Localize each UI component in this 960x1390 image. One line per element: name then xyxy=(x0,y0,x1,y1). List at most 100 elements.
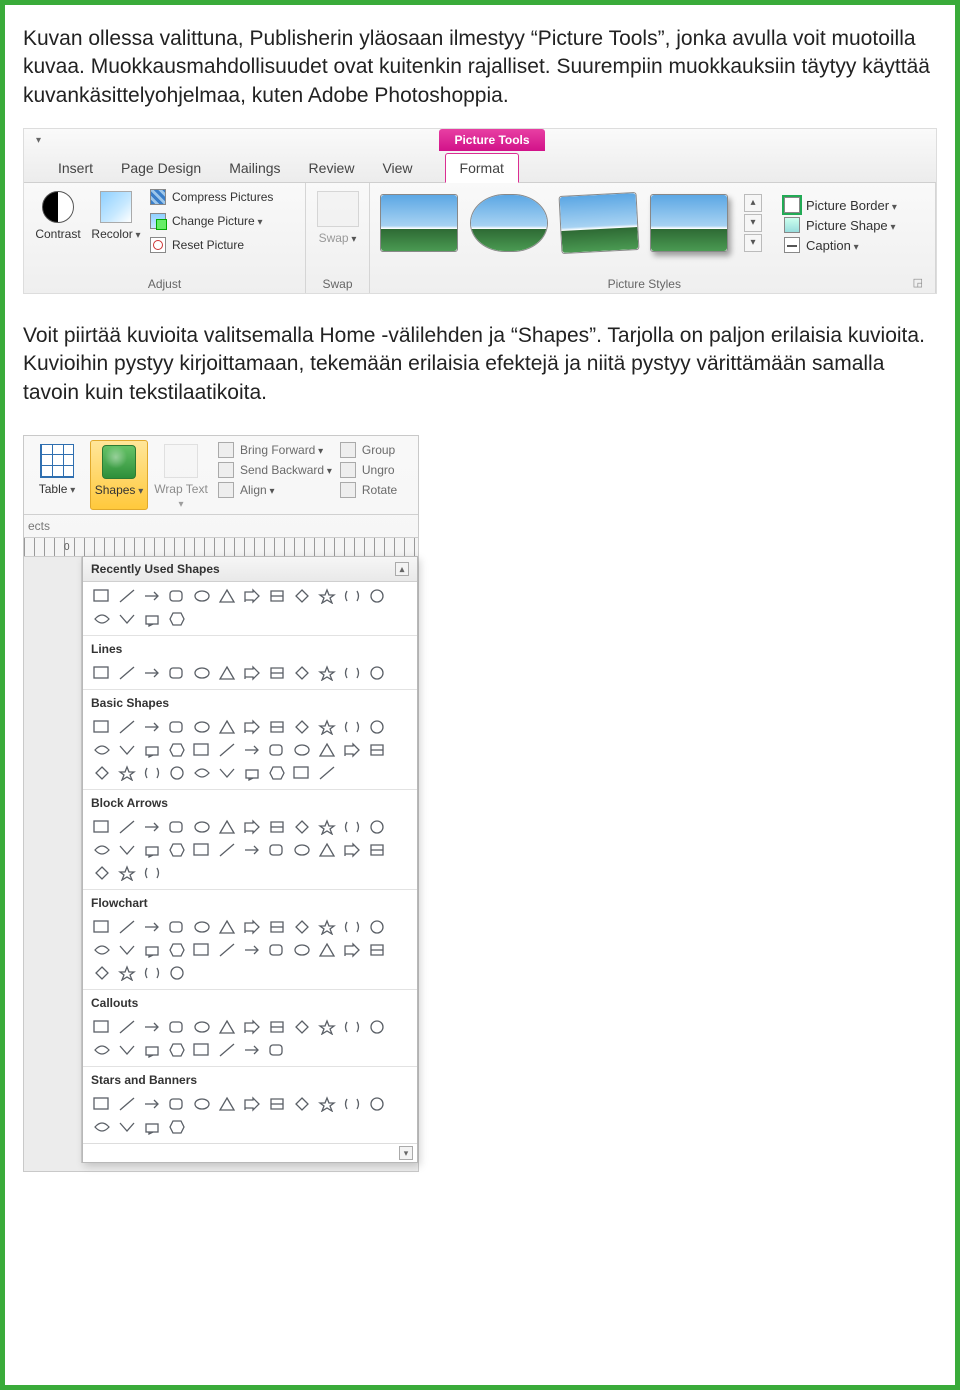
shape-item[interactable] xyxy=(141,663,163,683)
shape-item[interactable] xyxy=(316,717,338,737)
shape-item[interactable] xyxy=(116,717,138,737)
shape-item[interactable] xyxy=(216,817,238,837)
shape-item[interactable] xyxy=(241,1017,263,1037)
shape-item[interactable] xyxy=(291,717,313,737)
shape-item[interactable] xyxy=(216,740,238,760)
shape-item[interactable] xyxy=(91,1040,113,1060)
shape-item[interactable] xyxy=(141,1117,163,1137)
reset-picture-button[interactable]: Reset Picture xyxy=(146,235,277,255)
shape-item[interactable] xyxy=(91,1117,113,1137)
shape-item[interactable] xyxy=(116,840,138,860)
shape-item[interactable] xyxy=(116,817,138,837)
contrast-button[interactable]: Contrast xyxy=(30,187,86,255)
shape-item[interactable] xyxy=(316,817,338,837)
shape-item[interactable] xyxy=(166,1017,188,1037)
shape-item[interactable] xyxy=(216,717,238,737)
shape-item[interactable] xyxy=(266,940,288,960)
shape-item[interactable] xyxy=(166,940,188,960)
shape-item[interactable] xyxy=(166,963,188,983)
shape-item[interactable] xyxy=(166,1117,188,1137)
shape-item[interactable] xyxy=(366,1094,388,1114)
shape-item[interactable] xyxy=(341,717,363,737)
swap-button[interactable]: Swap xyxy=(319,231,357,245)
shape-item[interactable] xyxy=(91,863,113,883)
tab-page-design[interactable]: Page Design xyxy=(107,154,215,182)
styles-dialog-launcher-icon[interactable]: ◲ xyxy=(913,276,929,291)
shape-item[interactable] xyxy=(116,940,138,960)
shape-item[interactable] xyxy=(116,1040,138,1060)
shape-item[interactable] xyxy=(141,740,163,760)
shape-item[interactable] xyxy=(316,940,338,960)
shape-item[interactable] xyxy=(91,1017,113,1037)
shape-item[interactable] xyxy=(191,917,213,937)
shapes-button[interactable]: Shapes xyxy=(90,440,148,510)
shape-item[interactable] xyxy=(116,609,138,629)
shape-item[interactable] xyxy=(166,717,188,737)
shape-item[interactable] xyxy=(166,763,188,783)
shape-item[interactable] xyxy=(316,840,338,860)
shape-item[interactable] xyxy=(116,963,138,983)
shape-item[interactable] xyxy=(341,586,363,606)
shape-item[interactable] xyxy=(341,1017,363,1037)
shape-item[interactable] xyxy=(266,740,288,760)
shape-item[interactable] xyxy=(366,663,388,683)
align-button[interactable]: Align xyxy=(218,482,332,498)
shape-item[interactable] xyxy=(191,1040,213,1060)
shape-item[interactable] xyxy=(241,917,263,937)
shape-item[interactable] xyxy=(91,963,113,983)
style-thumb-3[interactable] xyxy=(559,192,640,254)
shape-item[interactable] xyxy=(216,1040,238,1060)
shape-item[interactable] xyxy=(141,917,163,937)
caption-button[interactable]: Caption xyxy=(784,237,897,253)
shape-item[interactable] xyxy=(341,940,363,960)
shape-item[interactable] xyxy=(266,917,288,937)
shape-item[interactable] xyxy=(366,940,388,960)
shape-item[interactable] xyxy=(116,917,138,937)
shape-item[interactable] xyxy=(216,840,238,860)
shape-item[interactable] xyxy=(166,917,188,937)
shape-item[interactable] xyxy=(166,840,188,860)
tab-review[interactable]: Review xyxy=(295,154,369,182)
shape-item[interactable] xyxy=(241,1040,263,1060)
shape-item[interactable] xyxy=(241,663,263,683)
shape-item[interactable] xyxy=(91,1094,113,1114)
shape-item[interactable] xyxy=(266,1017,288,1037)
gallery-scroll-down[interactable]: ▾ xyxy=(399,1146,413,1160)
shape-item[interactable] xyxy=(291,917,313,937)
shape-item[interactable] xyxy=(316,763,338,783)
shape-item[interactable] xyxy=(91,586,113,606)
shape-item[interactable] xyxy=(241,586,263,606)
tab-view[interactable]: View xyxy=(368,154,426,182)
shape-item[interactable] xyxy=(266,586,288,606)
shape-item[interactable] xyxy=(91,609,113,629)
shape-item[interactable] xyxy=(316,917,338,937)
shape-item[interactable] xyxy=(241,1094,263,1114)
shape-item[interactable] xyxy=(241,940,263,960)
shape-item[interactable] xyxy=(241,817,263,837)
shape-item[interactable] xyxy=(116,663,138,683)
shape-item[interactable] xyxy=(191,586,213,606)
shape-item[interactable] xyxy=(291,1017,313,1037)
shape-item[interactable] xyxy=(341,740,363,760)
shape-item[interactable] xyxy=(366,1017,388,1037)
shape-item[interactable] xyxy=(141,840,163,860)
shape-item[interactable] xyxy=(91,940,113,960)
shape-item[interactable] xyxy=(341,1094,363,1114)
recolor-button[interactable]: Recolor xyxy=(88,187,144,255)
shape-item[interactable] xyxy=(141,940,163,960)
shape-item[interactable] xyxy=(366,840,388,860)
shape-item[interactable] xyxy=(116,1017,138,1037)
shape-item[interactable] xyxy=(341,817,363,837)
shape-item[interactable] xyxy=(141,817,163,837)
gallery-scroll-up[interactable]: ▴ xyxy=(395,562,409,576)
shape-item[interactable] xyxy=(266,840,288,860)
shape-item[interactable] xyxy=(291,740,313,760)
shape-item[interactable] xyxy=(191,1017,213,1037)
send-backward-button[interactable]: Send Backward xyxy=(218,462,332,478)
picture-border-button[interactable]: Picture Border xyxy=(784,197,897,213)
styles-scroll-down[interactable]: ▾ xyxy=(744,214,762,232)
shape-item[interactable] xyxy=(216,586,238,606)
tab-insert[interactable]: Insert xyxy=(44,154,107,182)
shape-item[interactable] xyxy=(141,1094,163,1114)
qat-customize-icon[interactable]: ▾ xyxy=(36,135,41,146)
